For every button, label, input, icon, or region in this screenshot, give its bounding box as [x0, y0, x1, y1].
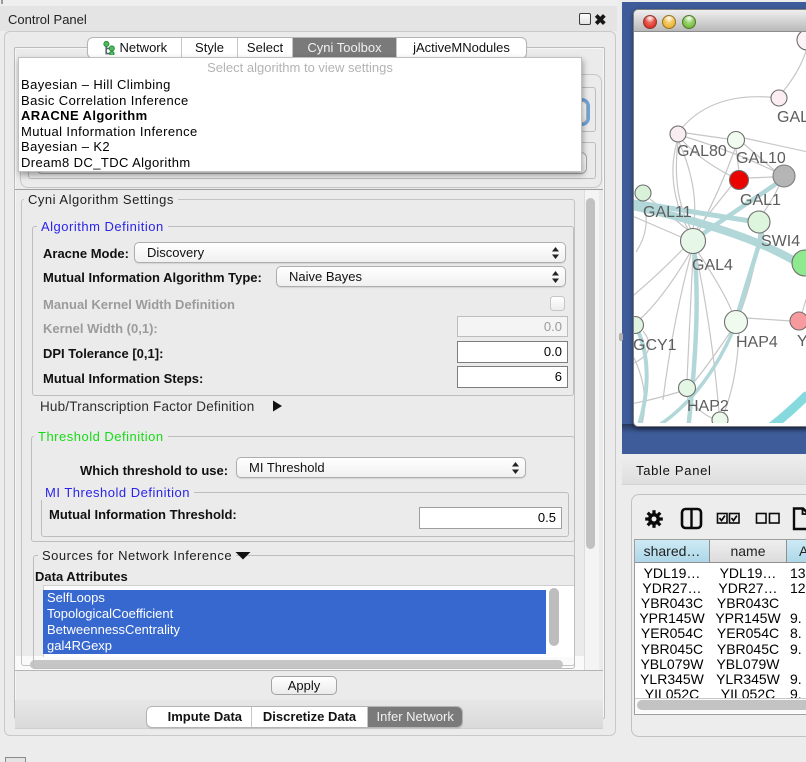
svg-text:GAL1: GAL1 — [740, 192, 781, 209]
svg-text:HAP4: HAP4 — [736, 334, 778, 351]
svg-text:GAL80: GAL80 — [677, 143, 727, 160]
svg-text:GAL7: GAL7 — [777, 109, 806, 126]
svg-text:YN: YN — [797, 333, 806, 350]
svg-text:SWI4: SWI4 — [761, 233, 800, 250]
svg-text:HAP2: HAP2 — [687, 398, 729, 415]
svg-text:GCY1: GCY1 — [634, 337, 677, 354]
svg-text:GAL4: GAL4 — [692, 257, 733, 274]
svg-text:GAL11: GAL11 — [643, 204, 692, 221]
svg-text:GAL10: GAL10 — [736, 150, 786, 167]
